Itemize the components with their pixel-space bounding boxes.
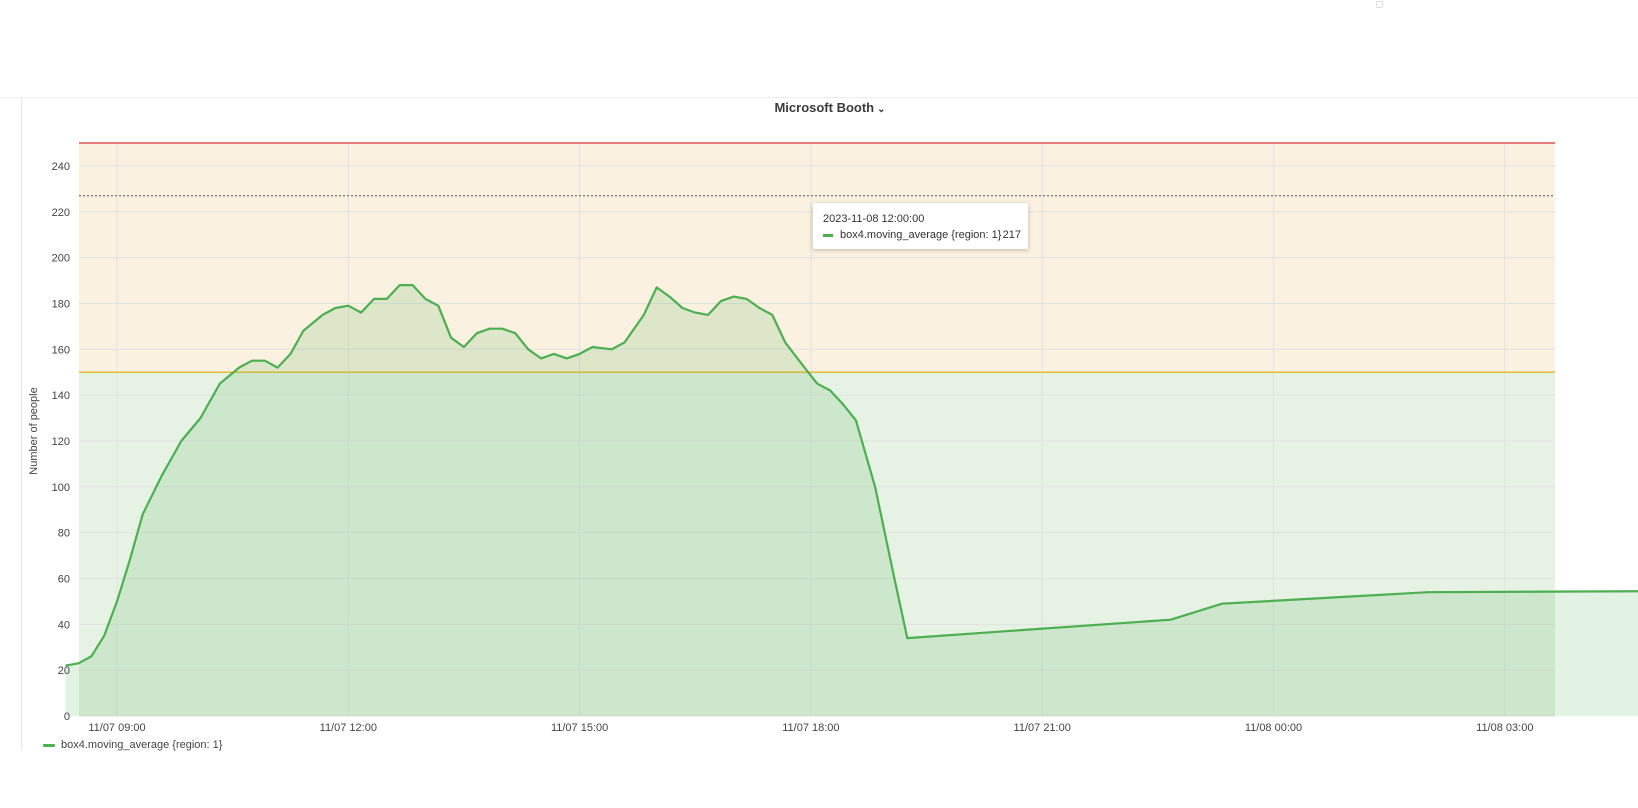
data-point <box>386 298 388 300</box>
y-tick-label: 120 <box>52 436 70 448</box>
y-tick-label: 220 <box>52 207 70 219</box>
data-point <box>334 307 336 309</box>
data-point <box>1427 591 1429 593</box>
data-point <box>264 360 266 362</box>
x-tick-label: 11/07 18:00 <box>782 722 839 734</box>
x-tick-label: 11/07 12:00 <box>320 722 377 734</box>
data-point <box>720 300 722 302</box>
data-point <box>476 332 478 334</box>
data-point <box>771 314 773 316</box>
data-point <box>579 353 581 355</box>
x-tick-label: 11/07 21:00 <box>1014 722 1071 734</box>
legend-item[interactable]: box4.moving_average {region: 1} <box>43 739 222 751</box>
data-point <box>219 383 221 385</box>
data-point <box>694 312 696 314</box>
data-point <box>611 348 613 350</box>
chart-canvas: 0 20 40 60 80 100 120 140 160 180 200 220 240 11/07 … <box>28 142 1638 734</box>
data-point <box>746 298 748 300</box>
data-point <box>302 330 304 332</box>
data-point <box>450 337 452 339</box>
data-point <box>707 314 709 316</box>
y-tick-label: 200 <box>52 253 70 265</box>
data-point <box>360 312 362 314</box>
data-point <box>906 637 908 639</box>
legend-swatch <box>43 743 55 747</box>
data-point <box>803 367 805 369</box>
hover-tooltip: 2023-11-08 12:00:00 box4.moving_average … <box>813 203 1028 249</box>
y-axis-label: Number of people <box>28 387 40 474</box>
y-tick-label: 160 <box>52 344 70 356</box>
data-point <box>277 367 279 369</box>
data-point <box>514 332 516 334</box>
x-tick-label: 11/08 00:00 <box>1245 722 1302 734</box>
data-point <box>1170 619 1172 621</box>
y-tick-label: 0 <box>64 711 70 723</box>
y-tick-label: 60 <box>58 573 70 585</box>
y-tick-label: 40 <box>58 619 70 631</box>
y-tick-label: 180 <box>52 298 70 310</box>
data-point <box>289 353 291 355</box>
data-point <box>566 357 568 359</box>
data-point <box>656 286 658 288</box>
data-point <box>540 357 542 359</box>
data-point <box>842 403 844 405</box>
data-point <box>668 296 670 298</box>
x-axis-ticks: 11/07 09:00 11/07 12:00 11/07 15:00 11/07 1… <box>88 722 1533 734</box>
data-point <box>161 474 163 476</box>
data-point <box>1221 603 1223 605</box>
x-tick-label: 11/07 15:00 <box>551 722 608 734</box>
tooltip-series-swatch <box>823 233 833 237</box>
data-point <box>412 284 414 286</box>
data-point <box>591 346 593 348</box>
data-point <box>643 314 645 316</box>
data-point <box>424 298 426 300</box>
data-point <box>527 348 529 350</box>
y-tick-label: 80 <box>58 528 70 540</box>
y-tick-label: 100 <box>52 482 70 494</box>
data-point <box>874 486 876 488</box>
x-tick-label: 11/07 09:00 <box>88 722 145 734</box>
data-point <box>733 296 735 298</box>
data-point <box>142 513 144 515</box>
data-point <box>784 341 786 343</box>
x-tick-label: 11/08 03:00 <box>1476 722 1533 734</box>
y-axis-ticks: 0 20 40 60 80 100 120 140 160 180 200 220 240 <box>52 161 70 723</box>
data-point <box>373 298 375 300</box>
data-point <box>199 417 201 419</box>
data-point <box>553 353 555 355</box>
data-point <box>77 662 79 664</box>
data-point <box>437 305 439 307</box>
data-point <box>758 307 760 309</box>
data-point <box>816 383 818 385</box>
legend-label: box4.moving_average {region: 1} <box>61 739 223 751</box>
data-point <box>180 440 182 442</box>
data-point <box>103 635 105 637</box>
data-point <box>501 328 503 330</box>
data-point <box>251 360 253 362</box>
data-point <box>90 655 92 657</box>
data-point <box>893 577 895 579</box>
data-point <box>347 305 349 307</box>
data-point <box>829 389 831 391</box>
data-point <box>116 600 118 602</box>
data-point <box>129 559 131 561</box>
tooltip-row: box4.moving_average {region: 1} 217 <box>823 229 1021 241</box>
data-point <box>624 341 626 343</box>
data-point <box>681 307 683 309</box>
tooltip-value: 217 <box>1002 229 1021 241</box>
y-tick-label: 140 <box>52 390 70 402</box>
y-tick-label: 240 <box>52 161 70 173</box>
data-point <box>238 367 240 369</box>
tooltip-series-name: box4.moving_average {region: 1} <box>840 229 1002 241</box>
tooltip-time: 2023-11-08 12:00:00 <box>823 213 925 225</box>
data-point <box>489 328 491 330</box>
data-point <box>855 419 857 421</box>
data-point <box>399 284 401 286</box>
data-point <box>463 346 465 348</box>
data-point <box>322 314 324 316</box>
y-tick-label: 20 <box>58 665 70 677</box>
